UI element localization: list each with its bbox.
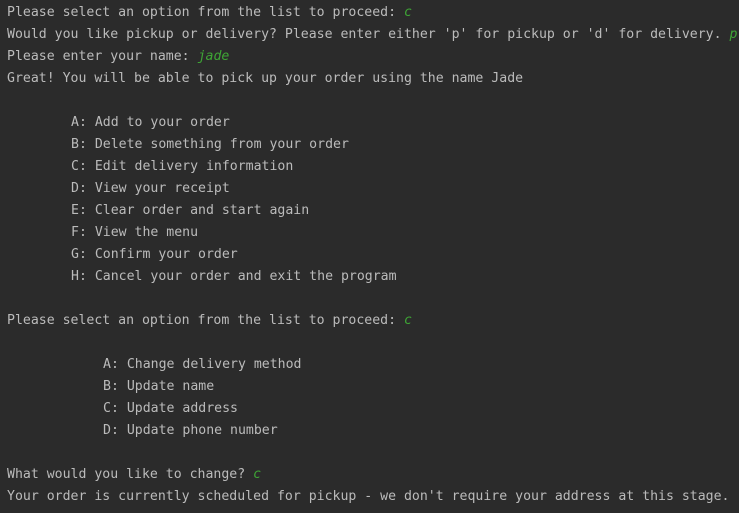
user-input: jade — [197, 49, 230, 64]
prompt-text: Please enter your name: — [7, 49, 198, 64]
console-line: Would you like pickup or delivery? Pleas… — [7, 24, 739, 46]
console-line: Please enter your name: jade — [7, 46, 739, 68]
prompt-text: Please select an option from the list to… — [7, 5, 404, 20]
console-output[interactable]: Please select an option from the list to… — [0, 0, 739, 513]
main-menu-item: A: Add to your order — [71, 115, 230, 130]
edit-menu-item: A: Change delivery method — [103, 357, 302, 372]
main-menu-item: B: Delete something from your order — [71, 137, 349, 152]
user-input: c — [253, 467, 262, 482]
prompt-text: Would you like pickup or delivery? Pleas… — [7, 27, 730, 42]
prompt-text: What would you like to change? — [7, 467, 254, 482]
output-text: Your order is currently scheduled for pi… — [7, 489, 730, 504]
main-menu-item: H: Cancel your order and exit the progra… — [71, 269, 397, 284]
user-input: c — [403, 5, 412, 20]
edit-menu-item: D: Update phone number — [103, 423, 278, 438]
edit-menu-item: B: Update name — [103, 379, 215, 394]
output-text: Great! You will be able to pick up your … — [7, 71, 524, 86]
main-menu-item: E: Clear order and start again — [71, 203, 310, 218]
console-line: What would you like to change? c — [7, 464, 739, 486]
main-menu-item: D: View your receipt — [71, 181, 230, 196]
main-menu-item: C: Edit delivery information — [71, 159, 294, 174]
user-input: c — [403, 313, 412, 328]
console-line: Please select an option from the list to… — [7, 310, 739, 332]
main-menu-item: G: Confirm your order — [71, 247, 238, 262]
user-input: p — [729, 27, 738, 42]
main-menu-item: F: View the menu — [71, 225, 199, 240]
edit-menu-item: C: Update address — [103, 401, 238, 416]
prompt-text: Please select an option from the list to… — [7, 313, 404, 328]
console-line: Please select an option from the list to… — [7, 2, 739, 24]
